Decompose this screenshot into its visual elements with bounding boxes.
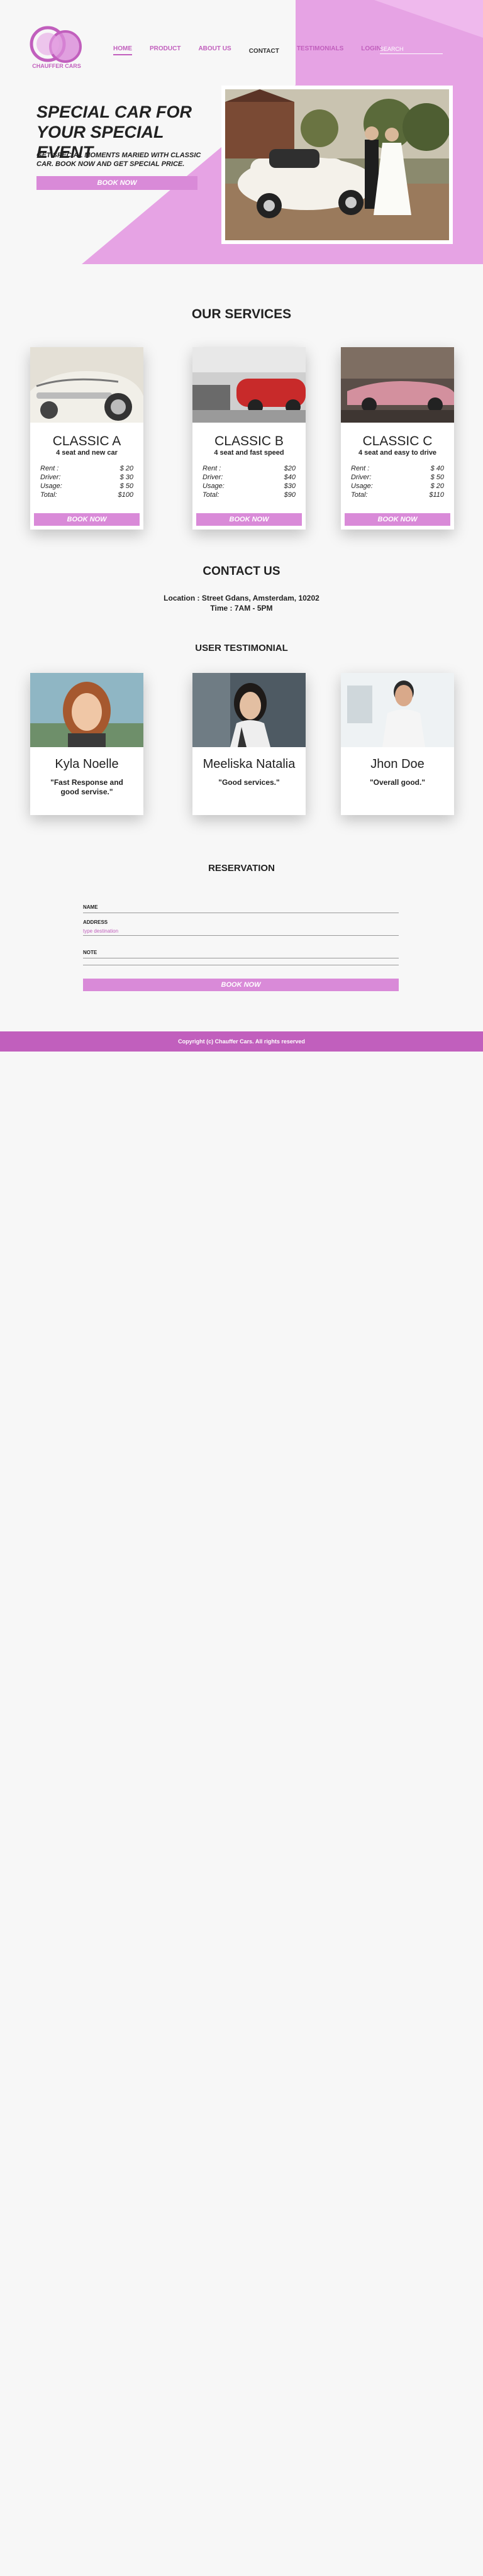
rent-label: Rent : (203, 465, 221, 472)
rent-value: $20 (284, 465, 296, 472)
service-prices: Rent : $ 20 Driver: $ 30 Usage: $ 50 Total:… (40, 464, 133, 499)
rent-value: $ 40 (430, 465, 444, 472)
service-card-classic-b: CLASSIC B 4 seat and fast speed Rent : $2… (192, 347, 306, 530)
testimonial-card: Meeliska Natalia "Good services." (192, 673, 306, 815)
driver-label: Driver: (203, 474, 223, 481)
rent-label: Rent : (351, 465, 370, 472)
usage-value: $ 20 (430, 482, 444, 490)
service-prices: Rent : $ 40 Driver: $ 50 Usage: $ 20 Total:… (351, 464, 444, 499)
wedding-car-photo (225, 89, 449, 240)
service-desc: 4 seat and new car (56, 449, 118, 457)
testimonial-name: Jhon Doe (370, 757, 425, 771)
testimonial-quote: "Overall good." (369, 778, 426, 787)
total-label: Total: (40, 491, 57, 499)
user-avatar-photo (192, 673, 306, 747)
service-name: CLASSIC C (362, 434, 433, 448)
testimonial-name: Kyla Noelle (55, 757, 119, 771)
user-avatar-photo (30, 673, 143, 747)
usage-label: Usage: (40, 482, 62, 490)
classic-car-a-photo (30, 347, 143, 423)
usage-label: Usage: (203, 482, 225, 490)
contact-time: Time : 7AM - 5PM (210, 604, 273, 613)
service-card-classic-a: CLASSIC A 4 seat and new car Rent : $ 20 … (30, 347, 143, 530)
service-name: CLASSIC A (52, 434, 121, 448)
nav-testimonials[interactable]: TESTIMONIALS (297, 45, 343, 55)
nav-product[interactable]: PRODUCT (150, 45, 180, 55)
testimonial-quote: "Good services." (218, 778, 280, 787)
testimonial-quote: "Fast Response and good servise." (50, 778, 123, 796)
service-card-classic-c: CLASSIC C 4 seat and easy to drive Rent … (341, 347, 454, 530)
usage-value: $30 (284, 482, 296, 490)
testimonials-title: USER TESTIMONIAL (195, 643, 288, 653)
hero-subtitle: GET SPECIAL MOMENTS MARIED WITH CLASSIC … (36, 152, 201, 168)
note-field[interactable] (83, 950, 399, 958)
usage-label: Usage: (351, 482, 373, 490)
testimonial-name: Meeliska Natalia (203, 757, 296, 771)
total-value: $100 (118, 491, 133, 499)
main-nav: HOME PRODUCT ABOUT US CONTACT TESTIMONIA… (113, 45, 399, 55)
testimonial-card: Jhon Doe "Overall good." (341, 673, 454, 815)
services-title: OUR SERVICES (191, 307, 292, 321)
rent-label: Rent : (40, 465, 59, 472)
classic-car-b-photo (192, 347, 306, 423)
footer: Copyright (c) Chauffer Cars. All rights … (0, 1031, 483, 1052)
service-desc: 4 seat and easy to drive (358, 449, 437, 457)
book-now-button[interactable]: BOOK NOW (196, 513, 302, 526)
classic-car-c-photo (341, 347, 454, 423)
hero-section: CHAUFFER CARS HOME PRODUCT ABOUT US CONT… (0, 0, 483, 264)
footer-copyright: Copyright (c) Chauffer Cars. All rights … (178, 1038, 305, 1045)
total-label: Total: (351, 491, 368, 499)
service-name: CLASSIC B (214, 434, 284, 448)
search-input[interactable] (380, 44, 443, 54)
driver-value: $ 50 (430, 474, 444, 481)
name-field[interactable] (83, 904, 399, 913)
contact-location: Location : Street Gdans, Amsterdam, 1020… (164, 594, 319, 602)
nav-home[interactable]: HOME (113, 45, 132, 55)
address-field[interactable] (83, 927, 399, 936)
nav-about-us[interactable]: ABOUT US (198, 45, 231, 55)
contact-title: CONTACT US (203, 565, 280, 578)
address-label: ADDRESS (83, 919, 108, 925)
total-label: Total: (203, 491, 219, 499)
hero-photo (221, 86, 453, 244)
driver-value: $40 (284, 474, 296, 481)
service-desc: 4 seat and fast speed (214, 449, 284, 457)
reservation-title: RESERVATION (208, 863, 275, 874)
book-now-button[interactable]: BOOK NOW (34, 513, 140, 526)
total-value: $90 (284, 491, 296, 499)
nav-contact[interactable]: CONTACT (249, 48, 279, 58)
usage-value: $ 50 (119, 482, 133, 490)
driver-value: $ 30 (119, 474, 133, 481)
driver-label: Driver: (40, 474, 61, 481)
user-avatar-photo (341, 673, 454, 747)
reservation-book-now-button[interactable]: BOOK NOW (83, 979, 399, 991)
book-now-button[interactable]: BOOK NOW (345, 513, 450, 526)
rent-value: $ 20 (119, 465, 133, 472)
logo-text: CHAUFFER CARS (32, 63, 81, 69)
testimonial-card: Kyla Noelle "Fast Response and good serv… (30, 673, 143, 815)
nav-login[interactable]: LOGIN (361, 45, 381, 55)
driver-label: Driver: (351, 474, 372, 481)
service-prices: Rent : $20 Driver: $40 Usage: $30 Total: $90 (203, 464, 296, 499)
hero-book-now-button[interactable]: BOOK NOW (36, 176, 197, 190)
total-value: $110 (429, 491, 444, 499)
